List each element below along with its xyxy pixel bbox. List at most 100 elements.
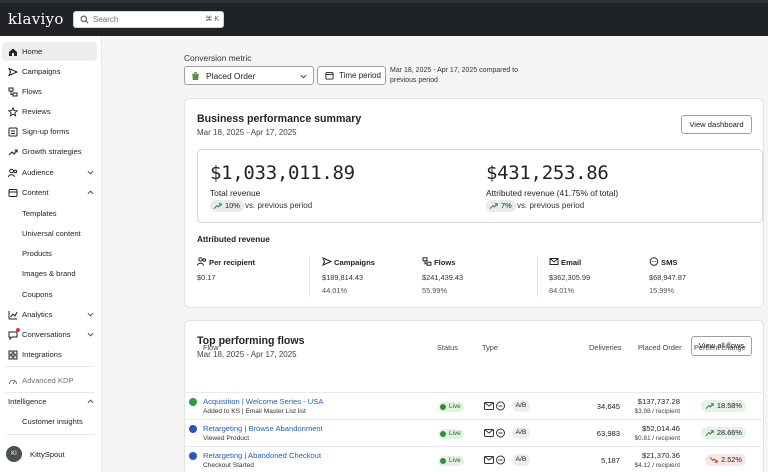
status-badge: Live	[438, 402, 464, 412]
people-icon	[197, 257, 207, 266]
attributed-change-badge: 7%	[486, 200, 516, 212]
people-icon	[8, 168, 18, 178]
deliveries-value: 5,187	[600, 456, 620, 465]
status-badge: Live	[438, 429, 464, 439]
sidebar-item-intelligence[interactable]: Intelligence	[2, 392, 97, 411]
conversion-metric-select[interactable]: Placed Order	[184, 66, 314, 85]
placed-order-value: $137,737.28	[637, 397, 680, 406]
column-header-deliveries[interactable]: Deliveries	[589, 343, 621, 352]
live-dot	[440, 404, 446, 410]
sidebar: Home Campaigns Flows Reviews Sign-up for…	[0, 36, 102, 472]
sidebar-item-label: Audience	[22, 168, 54, 177]
deliveries-value: 34,645	[596, 402, 620, 411]
sidebar-item-templates[interactable]: Templates	[2, 204, 97, 223]
sidebar-item-universal-content[interactable]: Universal content	[2, 224, 97, 243]
column-header-type[interactable]: Type	[482, 343, 498, 352]
attr-col-value: $241,439.43	[422, 273, 464, 282]
attr-col-campaigns: Campaigns $189,814.43 44.01%	[322, 257, 432, 297]
sidebar-item-products[interactable]: Products	[2, 244, 97, 263]
attr-col-label: Per recipient	[209, 258, 256, 267]
flow-name-link[interactable]: Retargeting | Browse Abandonment	[203, 424, 323, 433]
sidebar-divider	[6, 434, 94, 435]
attr-col-percent: 15.99%	[649, 286, 675, 295]
attr-col-label: Campaigns	[334, 258, 375, 267]
sidebar-item-coupons[interactable]: Coupons	[2, 285, 97, 304]
user-name: KittySpout	[30, 450, 65, 459]
table-row[interactable]: Retargeting | Browse Abandonment Viewed …	[184, 419, 762, 445]
table-row[interactable]: Acquisition | Welcome Series - USA Added…	[184, 392, 762, 418]
sidebar-item-signup-forms[interactable]: Sign-up forms	[2, 122, 97, 141]
trend-icon	[8, 149, 18, 156]
star-icon	[8, 107, 18, 117]
user-account[interactable]: KI KittySpout	[6, 444, 98, 464]
email-sms-icon	[484, 401, 505, 411]
conversion-metric-value: Placed Order	[206, 71, 256, 81]
avatar: KI	[6, 446, 22, 462]
attr-col-percent: 44.01%	[322, 286, 348, 295]
trend-up-icon	[489, 203, 498, 210]
sidebar-item-audience[interactable]: Audience	[2, 163, 97, 182]
sidebar-item-reviews[interactable]: Reviews	[2, 102, 97, 121]
klaviyo-logo[interactable]: klaviyo	[8, 10, 64, 28]
search-input[interactable]: Search ⌘ K	[73, 11, 224, 28]
status-text: Live	[449, 403, 461, 410]
sidebar-item-home[interactable]: Home	[2, 42, 97, 61]
attr-col-value: $362,305.99	[549, 273, 591, 282]
table-row[interactable]: Retargeting | Abandoned Checkout Checkou…	[184, 446, 762, 472]
sidebar-item-customer-insights[interactable]: Customer insights	[2, 412, 97, 431]
chevron-up-icon	[87, 190, 94, 195]
column-header-status[interactable]: Status	[437, 343, 458, 352]
chevron-down-icon	[87, 332, 94, 337]
sidebar-item-label: Conversations	[22, 330, 71, 339]
sidebar-item-label: Advanced KDP	[22, 376, 74, 385]
search-placeholder: Search	[93, 15, 119, 24]
attr-col-value: $0.17	[197, 273, 216, 282]
sidebar-item-content[interactable]: Content	[2, 183, 97, 202]
notification-dot	[16, 328, 20, 332]
flow-trigger: Checkout Started	[203, 462, 254, 469]
sidebar-item-label: Reviews	[22, 107, 51, 116]
email-sms-icon	[484, 455, 505, 465]
attr-col-flows: Flows $241,439.43 55.99%	[422, 257, 532, 297]
sms-icon	[649, 257, 659, 266]
sidebar-item-label: Products	[22, 249, 52, 258]
sidebar-item-integrations[interactable]: Integrations	[2, 345, 97, 364]
sidebar-item-label: Flows	[22, 87, 42, 96]
card-date-range: Mar 18, 2025 - Apr 17, 2025	[197, 128, 297, 137]
attributed-revenue-value: $431,253.86	[486, 162, 609, 184]
sidebar-item-label: Home	[22, 47, 43, 56]
time-period-label: Time period	[339, 71, 381, 80]
content-icon	[8, 189, 18, 197]
trend-down-icon	[709, 456, 718, 463]
flow-name-link[interactable]: Retargeting | Abandoned Checkout	[203, 451, 321, 460]
per-recipient-value: $3.98 / recipient	[634, 408, 680, 415]
attr-col-label: Email	[561, 258, 582, 267]
form-icon	[8, 127, 18, 137]
sidebar-item-flows[interactable]: Flows	[2, 82, 97, 101]
sidebar-item-analytics[interactable]: Analytics	[2, 305, 97, 324]
view-dashboard-button[interactable]: View dashboard	[681, 115, 752, 134]
sidebar-item-growth-strategies[interactable]: Growth strategies	[2, 142, 97, 161]
total-revenue-value: $1,033,011.89	[210, 162, 355, 184]
sidebar-item-advanced-kdp[interactable]: Advanced KDP	[2, 371, 97, 390]
attr-col-value: $189,814.43	[322, 273, 364, 282]
column-header-percent-change[interactable]: Percent change	[694, 343, 746, 352]
percent-change-badge: 18.58%	[700, 400, 746, 412]
per-recipient-value: $0.81 / recipient	[634, 435, 680, 442]
attr-col-label: Flows	[434, 258, 456, 267]
flow-trigger: Viewed Product	[203, 435, 250, 442]
column-header-flow[interactable]: Flow	[203, 343, 219, 352]
top-strip	[0, 0, 768, 3]
flow-name-link[interactable]: Acquisition | Welcome Series - USA	[203, 397, 323, 406]
time-period-button[interactable]: Time period	[317, 66, 386, 85]
status-text: Live	[449, 457, 461, 464]
column-divider	[309, 257, 310, 297]
sidebar-item-conversations[interactable]: Conversations	[2, 325, 97, 344]
home-icon	[9, 48, 17, 56]
sidebar-item-images-brand[interactable]: Images & brand	[2, 264, 97, 283]
column-divider	[537, 257, 538, 297]
trend-up-icon	[705, 430, 714, 437]
kdp-icon	[9, 379, 17, 385]
column-header-placed-order[interactable]: Placed Order	[638, 343, 682, 352]
sidebar-item-campaigns[interactable]: Campaigns	[2, 62, 97, 81]
